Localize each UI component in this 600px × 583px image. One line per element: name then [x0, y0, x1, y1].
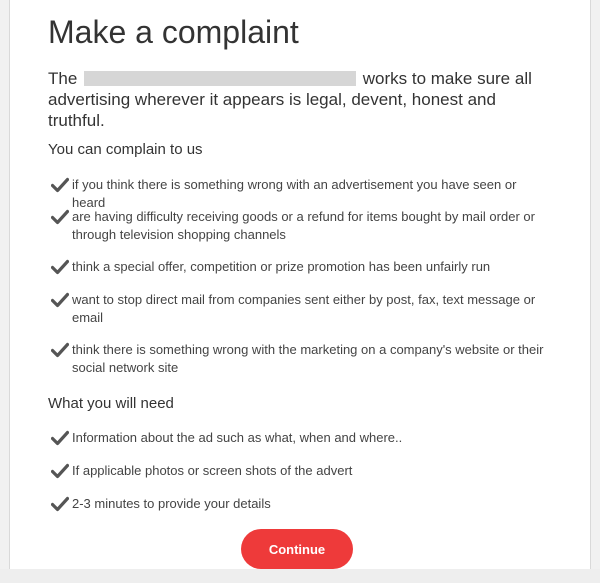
check-icon [51, 209, 69, 225]
list-item: Information about the ad such as what, w… [51, 429, 551, 447]
complain-item-text: if you think there is something wrong wi… [72, 177, 517, 210]
check-icon [51, 259, 69, 275]
need-item-text: 2-3 minutes to provide your details [72, 496, 271, 511]
list-item: think a special offer, competition or pr… [51, 258, 551, 276]
check-icon [51, 342, 69, 358]
need-item-text: If applicable photos or screen shots of … [72, 463, 353, 478]
complain-item-text: are having difficulty receiving goods or… [72, 209, 535, 242]
complain-item-text: think a special offer, competition or pr… [72, 259, 491, 274]
check-icon [51, 292, 69, 308]
list-item: If applicable photos or screen shots of … [51, 462, 551, 480]
complain-section-heading: You can complain to us [48, 141, 203, 158]
redacted-organisation-name [84, 71, 357, 86]
list-item: if you think there is something wrong wi… [51, 176, 551, 212]
continue-button[interactable]: Continue [241, 529, 353, 569]
check-icon [51, 463, 69, 479]
list-item: are having difficulty receiving goods or… [51, 208, 551, 244]
intro-paragraph: The works to make sure all advertising w… [48, 68, 548, 131]
check-icon [51, 430, 69, 446]
intro-prefix: The [48, 69, 83, 88]
page-footer-strip [0, 569, 600, 583]
check-icon [51, 496, 69, 512]
check-icon [51, 177, 69, 193]
complain-item-text: want to stop direct mail from companies … [72, 292, 536, 325]
list-item: 2-3 minutes to provide your details [51, 495, 551, 513]
need-section-heading: What you will need [48, 395, 174, 412]
complain-item-text: think there is something wrong with the … [72, 342, 544, 375]
list-item: want to stop direct mail from companies … [51, 291, 551, 327]
need-item-text: Information about the ad such as what, w… [72, 430, 403, 445]
page-title: Make a complaint [48, 14, 299, 50]
complaint-card: Make a complaint The works to make sure … [9, 0, 591, 569]
list-item: think there is something wrong with the … [51, 341, 551, 377]
